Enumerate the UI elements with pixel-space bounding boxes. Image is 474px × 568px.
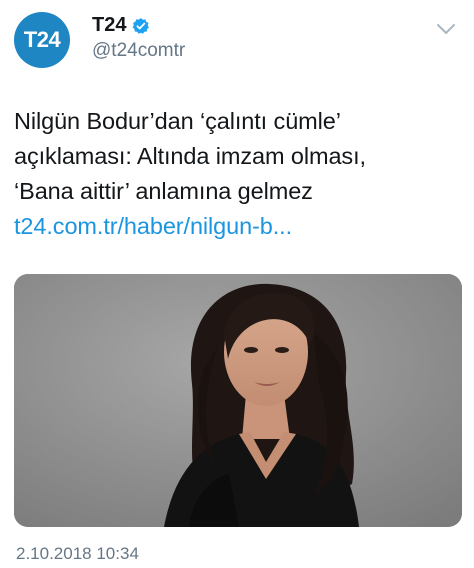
avatar[interactable]: T24 xyxy=(14,12,70,68)
tweet-text-line-2: açıklaması: Altında imzam olması, xyxy=(14,143,366,169)
tweet-text: Nilgün Bodur’dan ‘çalıntı cümle’ açıklam… xyxy=(14,104,454,244)
chevron-down-icon[interactable] xyxy=(436,22,456,36)
verified-badge-icon xyxy=(133,17,150,34)
tweet-timestamp[interactable]: 2.10.2018 10:34 xyxy=(16,544,139,564)
woman-photo-icon xyxy=(14,274,462,527)
tweet-media-image[interactable] xyxy=(14,274,462,527)
account-name-row: T24 xyxy=(92,14,150,37)
account-handle[interactable]: @t24comtr xyxy=(92,40,185,62)
tweet-link[interactable]: t24.com.tr/haber/nilgun-b... xyxy=(14,213,292,239)
display-name[interactable]: T24 xyxy=(92,14,126,37)
tweet-text-line-3: ‘Bana aittir’ anlamına gelmez xyxy=(14,178,313,204)
tweet-text-line-1: Nilgün Bodur’dan ‘çalıntı cümle’ xyxy=(14,108,341,134)
avatar-logo-text: T24 xyxy=(23,27,61,52)
